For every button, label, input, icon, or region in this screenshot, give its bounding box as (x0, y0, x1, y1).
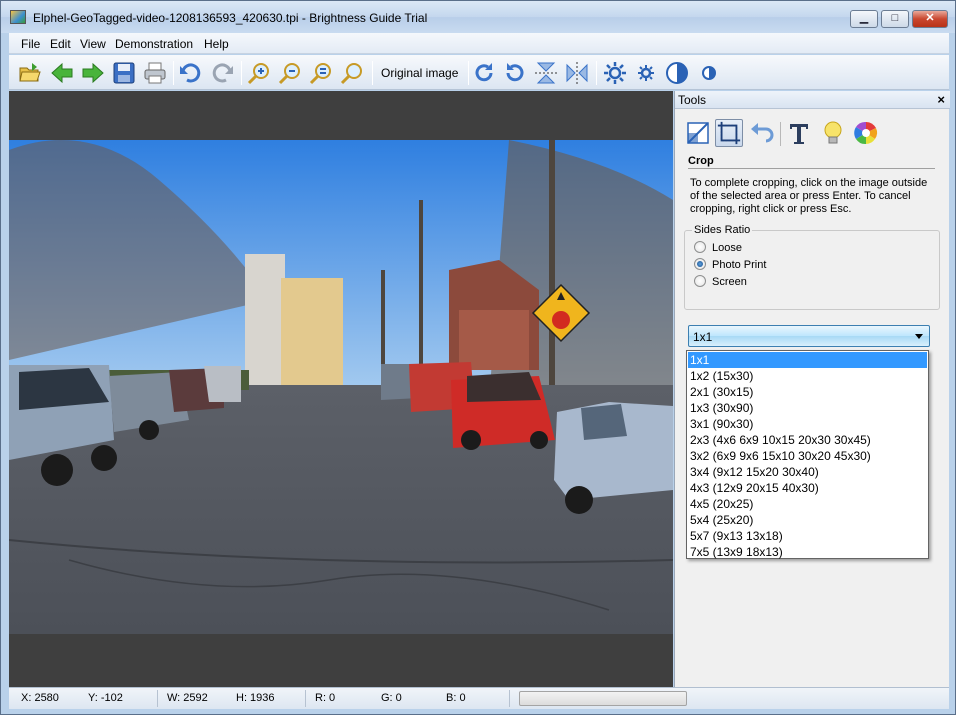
print-icon[interactable] (143, 61, 167, 85)
back-arrow-icon[interactable] (50, 61, 74, 85)
zoom-fit-icon[interactable] (309, 61, 333, 85)
crop-icon (717, 121, 741, 145)
menu-demonstration[interactable]: Demonstration (115, 37, 193, 51)
ratio-option[interactable]: 1x3 (30x90) (688, 400, 927, 416)
window-title: Elphel-GeoTagged-video-1208136593_420630… (33, 11, 428, 25)
zoom-actual-icon[interactable] (340, 61, 364, 85)
status-width: W: 2592 (167, 692, 208, 704)
title-bar[interactable]: Elphel-GeoTagged-video-1208136593_420630… (1, 1, 955, 33)
light-bulb-icon[interactable] (820, 119, 848, 147)
status-blue: B: 0 (446, 692, 466, 704)
menu-bar: File Edit View Demonstration Help (9, 33, 949, 54)
ratio-option[interactable]: 4x3 (12x9 20x15 40x30) (688, 480, 927, 496)
ratio-select-value: 1x1 (693, 330, 713, 344)
radio-photo-print[interactable]: Photo Print (694, 258, 766, 271)
ratio-option[interactable]: 2x1 (30x15) (688, 384, 927, 400)
radio-screen[interactable]: Screen (694, 275, 747, 288)
flip-vertical-icon[interactable] (534, 61, 558, 85)
ratio-select[interactable]: 1x1 (688, 325, 930, 347)
crop-tool-button[interactable] (715, 119, 743, 147)
close-button[interactable]: ✕ (912, 10, 948, 28)
ratio-dropdown-list[interactable]: 1x1 1x2 (15x30) 2x1 (30x15) 1x3 (30x90) 3x1 … (686, 350, 929, 559)
open-folder-icon[interactable] (18, 61, 42, 85)
status-x: X: 2580 (21, 692, 59, 704)
sides-ratio-group: Sides Ratio Loose Photo Print Screen (684, 224, 940, 310)
minimize-button[interactable]: ▁ (850, 10, 878, 28)
toolbar: Original image (9, 55, 949, 90)
undo-icon[interactable] (179, 61, 203, 85)
undo-icon[interactable] (748, 119, 776, 147)
menu-edit[interactable]: Edit (50, 37, 71, 51)
street-photo[interactable] (9, 140, 673, 634)
redo-icon[interactable] (210, 61, 234, 85)
tools-panel-header: Tools × (675, 91, 950, 109)
save-icon[interactable] (112, 61, 136, 85)
brightness-down-icon[interactable] (634, 61, 658, 85)
status-red: R: 0 (315, 692, 336, 704)
status-green: G: 0 (381, 692, 402, 704)
resize-icon[interactable] (684, 119, 712, 147)
status-height: H: 1936 (236, 692, 275, 704)
sides-ratio-legend: Sides Ratio (692, 224, 753, 236)
radio-label: Screen (712, 276, 747, 288)
rotate-right-icon[interactable] (472, 61, 496, 85)
color-wheel-icon[interactable] (852, 119, 880, 147)
original-image-button[interactable]: Original image (381, 66, 458, 80)
ratio-option[interactable]: 3x4 (9x12 15x20 30x40) (688, 464, 927, 480)
tools-panel-title: Tools (678, 93, 707, 107)
contrast-down-icon[interactable] (697, 61, 721, 85)
image-canvas[interactable] (9, 91, 673, 687)
chevron-down-icon (915, 334, 923, 339)
radio-button[interactable] (694, 275, 706, 287)
radio-button-checked[interactable] (694, 258, 706, 270)
ratio-option[interactable]: 5x4 (25x20) (688, 512, 927, 528)
zoom-in-icon[interactable] (247, 61, 271, 85)
ratio-option[interactable]: 5x7 (9x13 13x18) (688, 528, 927, 544)
maximize-button[interactable]: □ (881, 10, 909, 28)
contrast-up-icon[interactable] (665, 61, 689, 85)
text-icon[interactable] (785, 119, 813, 147)
zoom-out-icon[interactable] (278, 61, 302, 85)
radio-label: Loose (712, 242, 742, 254)
progress-bar (519, 691, 687, 706)
menu-file[interactable]: File (21, 37, 40, 51)
crop-help-text: To complete cropping, click on the image… (690, 177, 928, 215)
flip-horizontal-icon[interactable] (565, 61, 589, 85)
forward-arrow-icon[interactable] (81, 61, 105, 85)
ratio-option[interactable]: 1x1 (688, 352, 927, 368)
ratio-option[interactable]: 3x2 (6x9 9x6 15x10 30x20 45x30) (688, 448, 927, 464)
app-icon (10, 10, 26, 24)
tool-separator (780, 122, 781, 146)
radio-loose[interactable]: Loose (694, 241, 742, 254)
ratio-option[interactable]: 1x2 (15x30) (688, 368, 927, 384)
status-bar: X: 2580 Y: -102 W: 2592 H: 1936 R: 0 G: … (9, 687, 949, 709)
rotate-left-icon[interactable] (503, 61, 527, 85)
status-y: Y: -102 (88, 692, 123, 704)
tools-panel-close-button[interactable]: × (937, 92, 945, 107)
ratio-option[interactable]: 7x5 (13x9 18x13) (688, 544, 927, 560)
section-divider (688, 168, 935, 169)
menu-view[interactable]: View (80, 37, 106, 51)
radio-button[interactable] (694, 241, 706, 253)
menu-help[interactable]: Help (204, 37, 229, 51)
ratio-option[interactable]: 2x3 (4x6 6x9 10x15 20x30 30x45) (688, 432, 927, 448)
crop-section-title: Crop (688, 155, 714, 167)
brightness-up-icon[interactable] (603, 61, 627, 85)
ratio-option[interactable]: 3x1 (90x30) (688, 416, 927, 432)
radio-label: Photo Print (712, 259, 767, 271)
ratio-option[interactable]: 4x5 (20x25) (688, 496, 927, 512)
